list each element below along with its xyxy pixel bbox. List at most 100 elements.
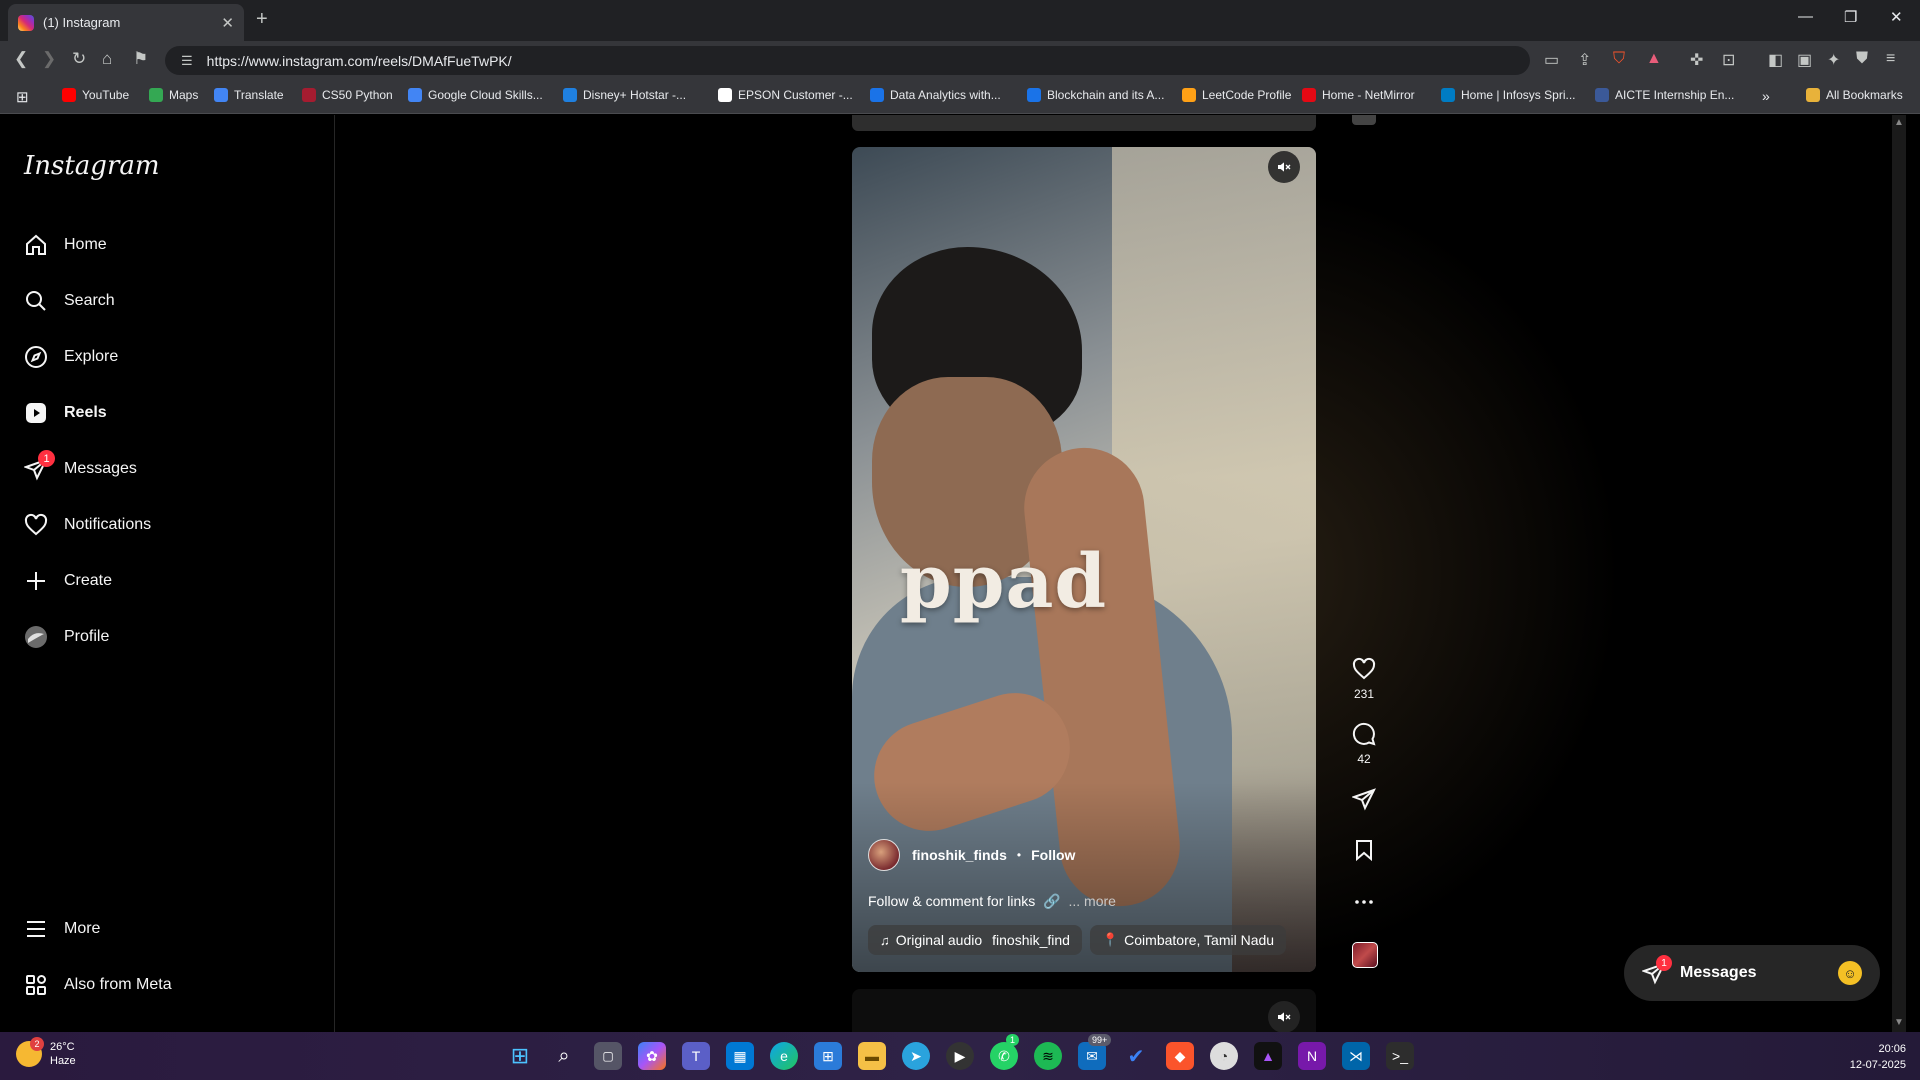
bookmark-favicon-icon <box>214 88 228 102</box>
copilot-icon[interactable]: ✿ <box>638 1042 666 1070</box>
bookmark-item[interactable]: EPSON Customer -... <box>718 88 853 102</box>
sidebar-item-home[interactable]: Home <box>24 228 107 262</box>
file-explorer-icon[interactable]: ▬ <box>858 1042 886 1070</box>
sidebar-item-also-from-meta[interactable]: Also from Meta <box>24 968 172 1002</box>
system-clock[interactable]: 20:06 12-07-2025 <box>1850 1041 1906 1073</box>
audio-chip[interactable]: ♫ Original audio finoshik_find <box>868 925 1082 955</box>
bookmark-item[interactable]: Home | Infosys Spri... <box>1441 88 1576 102</box>
brave-rewards-icon[interactable]: ▲ <box>1646 50 1662 68</box>
sidebar-item-more[interactable]: More <box>24 912 100 946</box>
spotify-icon[interactable]: ≋ <box>1034 1042 1062 1070</box>
forward-icon[interactable]: ❯ <box>42 49 56 69</box>
bookmark-item[interactable]: Data Analytics with... <box>870 88 1001 102</box>
bookmark-label: Home | Infosys Spri... <box>1461 88 1576 102</box>
sidebar-item-profile[interactable]: Profile <box>24 620 109 654</box>
wallet-icon[interactable]: ▣ <box>1797 50 1812 70</box>
sidebar-item-notifications[interactable]: Notifications <box>24 508 151 542</box>
home-button-icon[interactable]: ⌂ <box>102 49 112 69</box>
onenote-icon[interactable]: N <box>1298 1042 1326 1070</box>
back-icon[interactable]: ❮ <box>14 49 28 69</box>
next-reel-edge[interactable] <box>852 989 1316 1033</box>
more-bookmarks-icon[interactable]: » <box>1762 88 1770 104</box>
messages-floating-button[interactable]: 1 Messages ☺ <box>1624 945 1880 1001</box>
mail-icon[interactable]: ✉ <box>1078 1042 1106 1070</box>
address-bar[interactable]: ☰ https://www.instagram.com/reels/DMAfFu… <box>165 46 1530 75</box>
scroll-up-icon[interactable]: ▲ <box>1894 117 1904 128</box>
screenshot-icon[interactable]: ⊡ <box>1722 50 1735 70</box>
close-window-icon[interactable]: ✕ <box>1890 8 1903 26</box>
more-options-button[interactable] <box>1342 890 1386 914</box>
terminal-icon[interactable]: >_ <box>1386 1042 1414 1070</box>
task-view-icon[interactable]: ▢ <box>594 1042 622 1070</box>
vpn-icon[interactable]: ⛊ <box>1856 50 1868 68</box>
menu-icon[interactable]: ≡ <box>1886 50 1895 68</box>
like-count: 231 <box>1353 687 1375 701</box>
brave-browser-icon[interactable]: ◆ <box>1166 1042 1194 1070</box>
new-tab-button[interactable]: + <box>256 8 268 31</box>
share-button[interactable] <box>1342 787 1386 811</box>
sidebar-item-search[interactable]: Search <box>24 284 115 318</box>
bookmark-item[interactable]: CS50 Python <box>302 88 393 102</box>
save-button[interactable] <box>1342 838 1386 862</box>
sidebar-item-reels[interactable]: Reels <box>24 396 107 430</box>
apps-grid-icon[interactable]: ⊞ <box>16 88 29 106</box>
mute-button[interactable] <box>1268 151 1300 183</box>
reels-stage: ppad finoshik_finds • Follow Follow & co… <box>336 115 1906 1033</box>
owner-avatar[interactable] <box>868 839 900 871</box>
extensions-icon[interactable]: ✜ <box>1690 50 1703 70</box>
teams-icon[interactable]: T <box>682 1042 710 1070</box>
bookmark-item[interactable]: YouTube <box>62 88 129 102</box>
scroll-down-icon[interactable]: ▼ <box>1894 1017 1904 1028</box>
bookmark-item[interactable]: AICTE Internship En... <box>1595 88 1734 102</box>
comment-button[interactable]: 42 <box>1342 722 1386 766</box>
like-button[interactable]: 231 <box>1342 657 1386 701</box>
page-scrollbar[interactable]: ▲ ▼ <box>1892 115 1906 1032</box>
owner-username[interactable]: finoshik_finds <box>912 847 1007 863</box>
todo-icon[interactable]: ✔ <box>1122 1042 1150 1070</box>
all-bookmarks-button[interactable]: All Bookmarks <box>1806 88 1903 102</box>
caption-more-link[interactable]: ... more <box>1069 893 1116 909</box>
sidebar-item-create[interactable]: Create <box>24 564 112 598</box>
clock-app-icon[interactable]: ◔ <box>1210 1042 1238 1070</box>
reload-icon[interactable]: ↻ <box>72 49 86 69</box>
follow-button[interactable]: Follow <box>1031 847 1075 863</box>
edge-icon[interactable]: e <box>770 1042 798 1070</box>
cast-icon[interactable]: ▭ <box>1544 50 1559 70</box>
reel-video[interactable]: ppad finoshik_finds • Follow Follow & co… <box>852 147 1316 972</box>
browser-tab-instagram[interactable]: (1) Instagram ✕ <box>8 4 244 41</box>
instagram-logo[interactable]: Instagram <box>24 151 160 181</box>
weather-widget[interactable]: 2 26°C Haze <box>16 1037 76 1068</box>
bookmark-item[interactable]: LeetCode Profile <box>1182 88 1291 102</box>
store-icon[interactable]: ⊞ <box>814 1042 842 1070</box>
bookmark-item[interactable]: Translate <box>214 88 284 102</box>
close-tab-icon[interactable]: ✕ <box>221 14 234 32</box>
taskbar-search-icon[interactable]: ⌕ <box>550 1042 578 1070</box>
restore-icon[interactable]: ❐ <box>1844 8 1857 26</box>
next-reel-mute-button[interactable] <box>1268 1001 1300 1033</box>
telegram-icon[interactable]: ➤ <box>902 1042 930 1070</box>
vscode-icon[interactable]: ⋊ <box>1342 1042 1370 1070</box>
reel-actions: 231 42 <box>1342 115 1386 1032</box>
bookmark-item[interactable]: Google Cloud Skills... <box>408 88 543 102</box>
sidebar-item-messages[interactable]: 1 Messages <box>24 450 137 486</box>
sidebar-item-explore[interactable]: Explore <box>24 340 118 374</box>
media-player-icon[interactable]: ▶ <box>946 1042 974 1070</box>
arc-icon[interactable]: ▲ <box>1254 1042 1282 1070</box>
bookmark-page-icon[interactable]: ⚑ <box>133 49 148 69</box>
location-chip[interactable]: 📍 Coimbatore, Tamil Nadu <box>1089 925 1287 955</box>
whatsapp-icon[interactable]: ✆ <box>990 1042 1018 1070</box>
widgets-icon[interactable]: ▦ <box>726 1042 754 1070</box>
audio-thumbnail[interactable] <box>1352 942 1378 968</box>
windows-start-icon[interactable]: ⊞ <box>506 1042 534 1070</box>
share-icon[interactable]: ⇪ <box>1578 50 1591 70</box>
bookmark-item[interactable]: Blockchain and its A... <box>1027 88 1164 102</box>
bookmark-item[interactable]: Maps <box>149 88 198 102</box>
minimize-icon[interactable]: — <box>1798 8 1813 25</box>
leo-ai-icon[interactable]: ✦ <box>1827 50 1840 70</box>
sidebar-toggle-icon[interactable]: ◧ <box>1768 50 1783 70</box>
site-info-icon[interactable]: ☰ <box>181 53 193 69</box>
bookmark-item[interactable]: Disney+ Hotstar -... <box>563 88 686 102</box>
brave-shields-icon[interactable]: ⛉ <box>1613 50 1625 68</box>
previous-reel-edge[interactable] <box>852 115 1316 131</box>
bookmark-item[interactable]: Home - NetMirror <box>1302 88 1415 102</box>
